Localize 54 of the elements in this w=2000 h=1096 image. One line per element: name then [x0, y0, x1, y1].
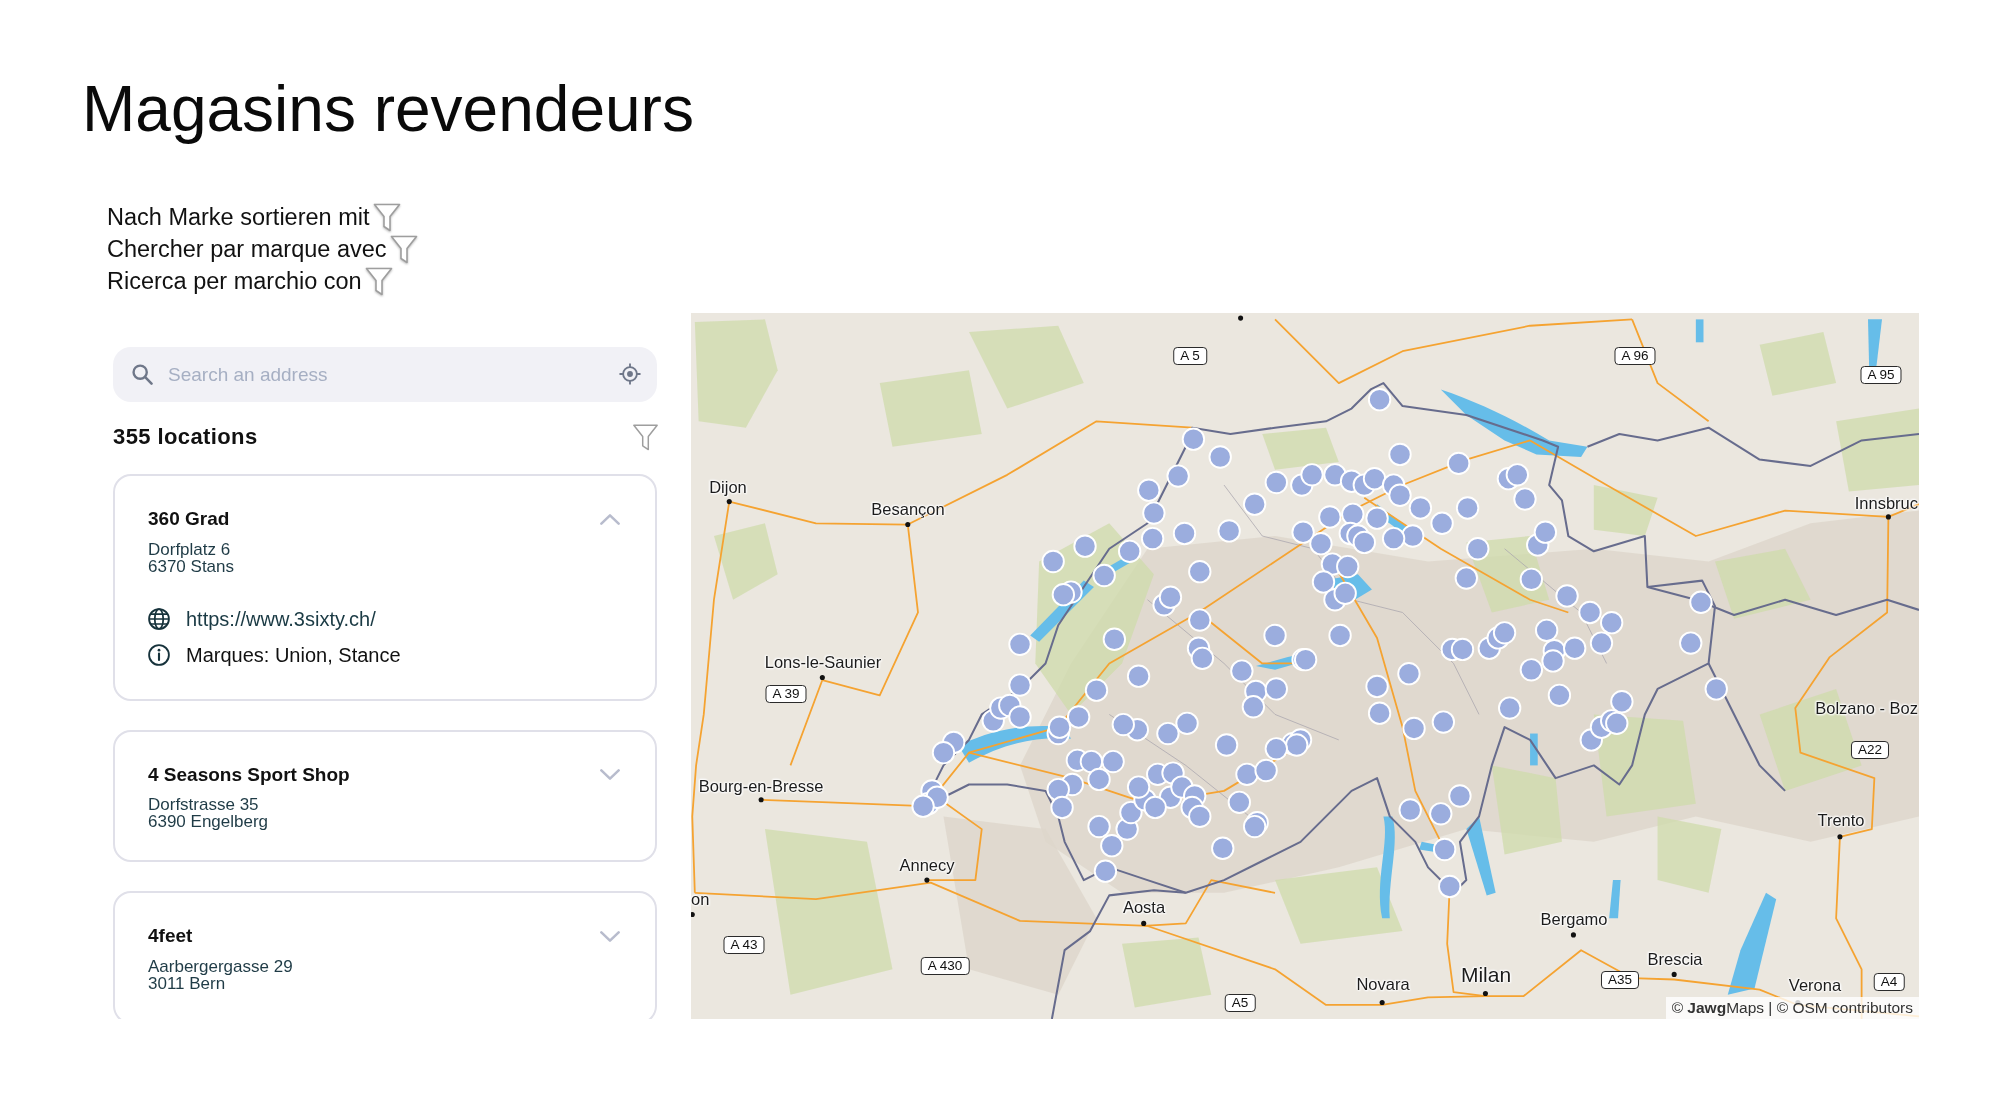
filter-icon[interactable]: [632, 423, 659, 451]
place-label: Innsbruc: [1854, 493, 1918, 513]
road-shield: A 96: [1614, 347, 1656, 365]
location-card[interactable]: 4feet Aarbergergasse 29 3011 Bern: [113, 891, 657, 1019]
filter-hint-text: Nach Marke sortieren mit: [107, 203, 370, 231]
road-shield: A 430: [920, 957, 970, 975]
store-name: 4feet: [148, 924, 193, 948]
chevron-up-icon[interactable]: [600, 513, 620, 525]
store-address: Dorfstrasse 35 6390 Engelberg: [148, 796, 269, 830]
road-shield: A4: [1873, 973, 1905, 991]
filter-hint-text: Chercher par marque avec: [107, 235, 387, 263]
search-field[interactable]: Search an address: [113, 347, 657, 402]
page-title: Magasins revendeurs: [82, 72, 694, 147]
place-label: Milan: [1460, 963, 1512, 987]
place-label: Bolzano - Boz: [1815, 698, 1918, 718]
result-count: 355 locations: [113, 424, 258, 450]
road-shield: A 95: [1860, 366, 1902, 384]
place-label: on: [691, 889, 710, 909]
place-label: Novara: [1356, 974, 1410, 994]
chevron-down-icon[interactable]: [600, 930, 620, 942]
place-label: Annecy: [899, 855, 955, 875]
location-card[interactable]: 4 Seasons Sport Shop Dorfstrasse 35 6390 Engelberg: [113, 729, 657, 862]
place-label: Besançon: [871, 499, 945, 519]
locate-icon[interactable]: [619, 363, 641, 385]
store-name: 4 Seasons Sport Shop: [148, 762, 350, 787]
road-shield: A 43: [723, 936, 765, 954]
place-label: Verona: [1788, 975, 1842, 995]
globe-icon: [148, 607, 170, 630]
filter-hint-text: Ricerca per marchio con: [107, 267, 362, 295]
website-link[interactable]: https://www.3sixty.ch/: [186, 606, 376, 631]
place-label: Bergamo: [1540, 909, 1608, 929]
place-label: Brescia: [1647, 949, 1703, 969]
place-label: Aosta: [1122, 897, 1166, 917]
location-card[interactable]: 360 Grad Dorfplatz 6 6370 Stans https://www.3sixty.ch/ Marques: Union, Stance: [113, 474, 657, 701]
store-address: Aarbergergasse 29 3011 Bern: [148, 957, 293, 992]
info-icon: [148, 643, 170, 666]
road-shield: A22: [1851, 741, 1889, 759]
store-name: 360 Grad: [148, 507, 230, 531]
road-shield: A 39: [765, 685, 807, 703]
brands-text: Marques: Union, Stance: [186, 642, 401, 667]
chevron-down-icon[interactable]: [600, 769, 620, 780]
funnel-icon: [389, 234, 418, 264]
road-shield: A5: [1224, 994, 1256, 1012]
place-label: Bourg-en-Bresse: [698, 776, 824, 796]
search-icon: [131, 363, 153, 385]
place-label: Trento: [1817, 810, 1865, 830]
funnel-icon: [364, 266, 393, 296]
map-attribution: © JawgMaps | © OSM contributors: [1665, 997, 1919, 1019]
place-label: Lons-le-Saunier: [764, 652, 882, 672]
store-address: Dorfplatz 6 6370 Stans: [148, 540, 234, 575]
place-label: Dijon: [709, 477, 747, 497]
road-shield: A 5: [1173, 347, 1207, 365]
road-shield: A35: [1601, 971, 1639, 989]
funnel-icon: [372, 202, 401, 232]
